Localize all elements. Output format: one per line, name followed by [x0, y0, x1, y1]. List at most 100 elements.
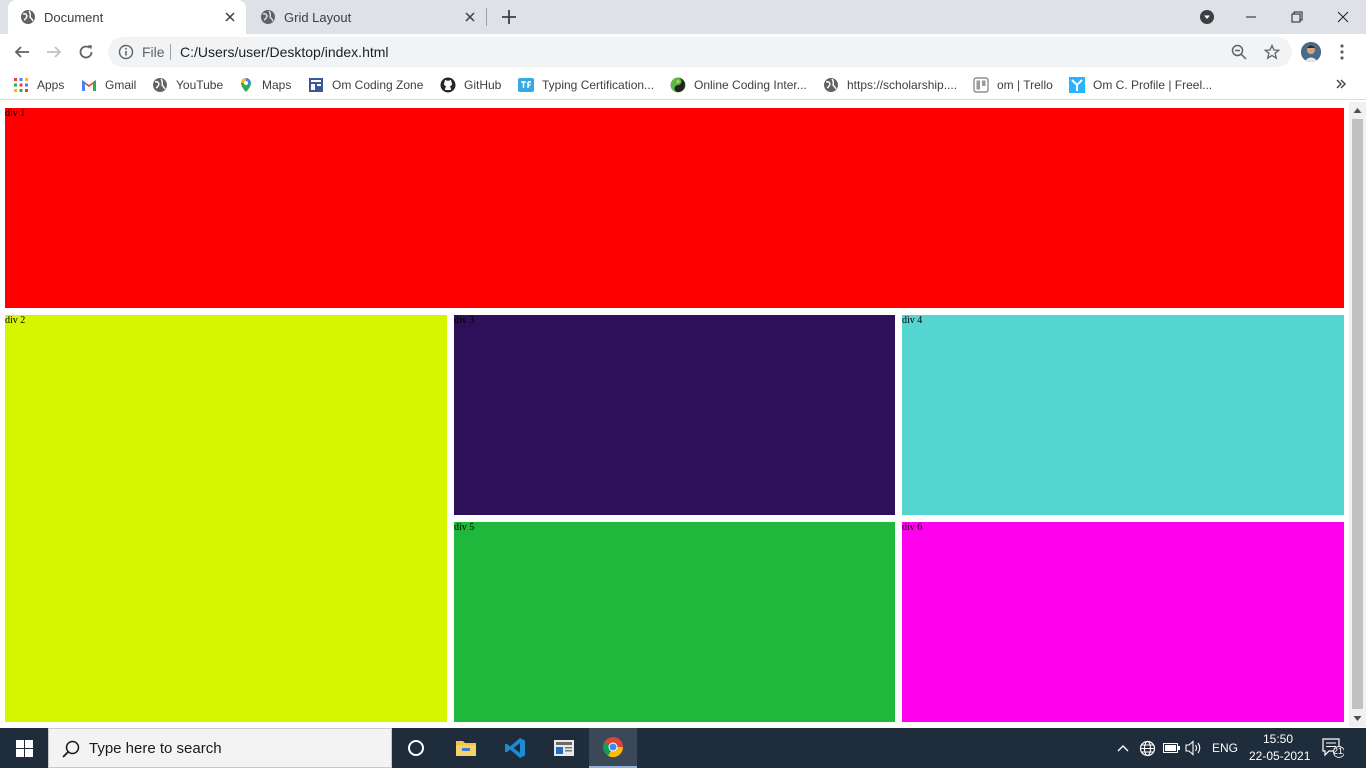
bookmark-label: Online Coding Inter...: [694, 78, 807, 92]
close-icon: [1337, 11, 1349, 23]
bookmark-freelancer[interactable]: Om C. Profile | Freel...: [1069, 76, 1212, 94]
tab-divider: [486, 8, 487, 26]
news-app-button[interactable]: [540, 728, 588, 768]
volume-tray-button[interactable]: [1185, 739, 1203, 757]
scroll-down-icon[interactable]: [1353, 714, 1362, 723]
search-icon: [62, 740, 80, 758]
file-explorer-button[interactable]: [442, 728, 490, 768]
start-button[interactable]: [0, 728, 48, 768]
minimize-button[interactable]: [1228, 0, 1274, 34]
bookmark-label: Typing Certification...: [542, 78, 655, 92]
bookmarks-overflow-button[interactable]: [1336, 76, 1346, 92]
globe-icon: [824, 78, 838, 92]
folder-icon: [456, 741, 476, 756]
bookmark-label: YouTube: [176, 78, 224, 92]
bookmark-om-coding-zone[interactable]: Om Coding Zone: [308, 76, 423, 94]
grid-box-4: div 4: [902, 315, 1344, 515]
bookmark-github[interactable]: GitHub: [440, 76, 501, 94]
bookmark-maps[interactable]: Maps: [238, 76, 291, 94]
restore-button[interactable]: [1274, 0, 1320, 34]
tab-grid-layout[interactable]: Grid Layout: [248, 0, 486, 34]
notification-count: 21: [1333, 746, 1344, 756]
close-tab-icon[interactable]: [460, 7, 480, 27]
cortana-circle-icon: [408, 740, 424, 756]
close-tab-icon[interactable]: [220, 7, 240, 27]
bookmark-youtube[interactable]: YouTube: [152, 76, 223, 94]
clock-date[interactable]: 22-05-2021: [1249, 749, 1310, 763]
bookmark-label: Om Coding Zone: [332, 78, 424, 92]
tab-title: Grid Layout: [284, 9, 352, 25]
url-divider: [170, 44, 171, 60]
grid-box-label: div 5: [454, 522, 475, 533]
bookmark-online-coding[interactable]: Online Coding Inter...: [670, 76, 807, 94]
scrollbar-thumb[interactable]: [1352, 119, 1363, 709]
back-button[interactable]: [8, 38, 36, 66]
more-vert-icon: [1340, 44, 1344, 60]
typing-icon: [518, 78, 534, 92]
minimize-icon: [1246, 16, 1256, 18]
bookmark-label: Gmail: [105, 78, 137, 92]
page-viewport: div 1 div 2 div 3 div 4 div 5 div 6: [0, 102, 1349, 727]
arrow-right-icon: [47, 46, 62, 58]
github-icon: [440, 77, 456, 93]
chevron-up-icon: [1117, 745, 1129, 752]
bookmark-label: GitHub: [464, 78, 502, 92]
bookmark-label: https://scholarship....: [847, 78, 958, 92]
profile-avatar[interactable]: [1301, 42, 1321, 62]
bookmark-gmail[interactable]: Gmail: [81, 76, 136, 94]
bookmark-star-icon[interactable]: [1264, 44, 1280, 60]
page-scrollbar[interactable]: [1349, 102, 1366, 727]
tab-document[interactable]: Document: [8, 0, 246, 34]
grid-box-1: div 1: [5, 108, 1344, 308]
grid-box-label: div 2: [5, 315, 26, 326]
windows-taskbar: Type here to search ENG 15:50 22-05-2021…: [0, 728, 1366, 768]
input-language[interactable]: ENG: [1212, 741, 1238, 755]
scroll-up-icon[interactable]: [1353, 106, 1362, 115]
browser-menu-button[interactable]: [1334, 40, 1350, 64]
speaker-icon: [1185, 740, 1201, 756]
restore-icon: [1291, 11, 1303, 23]
blog-icon: [309, 78, 323, 92]
bookmarks-bar: Apps Gmail YouTube Maps Om Coding Zone G…: [0, 70, 1366, 100]
grid-box-label: div 4: [902, 315, 923, 326]
bookmark-label: Om C. Profile | Freel...: [1093, 78, 1213, 92]
tab-title: Document: [44, 9, 104, 25]
close-window-button[interactable]: [1320, 0, 1366, 34]
forward-button[interactable]: [40, 38, 68, 66]
bookmark-typing-certification[interactable]: Typing Certification...: [518, 76, 654, 94]
show-hidden-icons-button[interactable]: [1114, 739, 1132, 757]
arrow-left-icon: [14, 46, 29, 58]
new-tab-button[interactable]: [497, 5, 521, 29]
reload-button[interactable]: [72, 38, 100, 66]
url-text[interactable]: C:/Users/user/Desktop/index.html: [180, 44, 389, 60]
taskbar-search-box[interactable]: Type here to search: [48, 728, 392, 768]
task-view-button[interactable]: [392, 728, 440, 768]
maps-pin-icon: [241, 78, 251, 92]
grid-box-label: div 1: [5, 108, 26, 119]
grid-box-label: div 3: [454, 315, 475, 326]
zoom-icon[interactable]: [1231, 44, 1247, 60]
freelancer-icon: [1069, 77, 1085, 93]
vscode-button[interactable]: [491, 728, 539, 768]
grid-box-2: div 2: [5, 315, 447, 722]
double-chevron-right-icon: [1336, 79, 1346, 89]
bookmark-trello[interactable]: om | Trello: [973, 76, 1053, 94]
chrome-icon: [602, 737, 624, 758]
network-tray-button[interactable]: [1138, 739, 1156, 757]
browser-toolbar: File C:/Users/user/Desktop/index.html: [0, 34, 1366, 70]
reload-icon: [79, 45, 93, 59]
bookmark-apps[interactable]: Apps: [13, 76, 64, 94]
bookmark-scholarship[interactable]: https://scholarship....: [823, 76, 957, 94]
plus-icon: [502, 10, 516, 24]
coding-icon: [670, 77, 686, 93]
battery-tray-button[interactable]: [1162, 739, 1180, 757]
bookmark-label: Apps: [37, 78, 65, 92]
apps-grid-icon: [14, 78, 28, 92]
clock-time[interactable]: 15:50: [1263, 732, 1293, 746]
address-bar[interactable]: File C:/Users/user/Desktop/index.html: [108, 37, 1292, 67]
chrome-button[interactable]: [589, 728, 637, 768]
action-center-button[interactable]: 21: [1322, 738, 1345, 758]
info-icon[interactable]: [118, 44, 134, 60]
tab-search-button[interactable]: [1184, 0, 1230, 34]
search-placeholder: Type here to search: [89, 740, 222, 757]
